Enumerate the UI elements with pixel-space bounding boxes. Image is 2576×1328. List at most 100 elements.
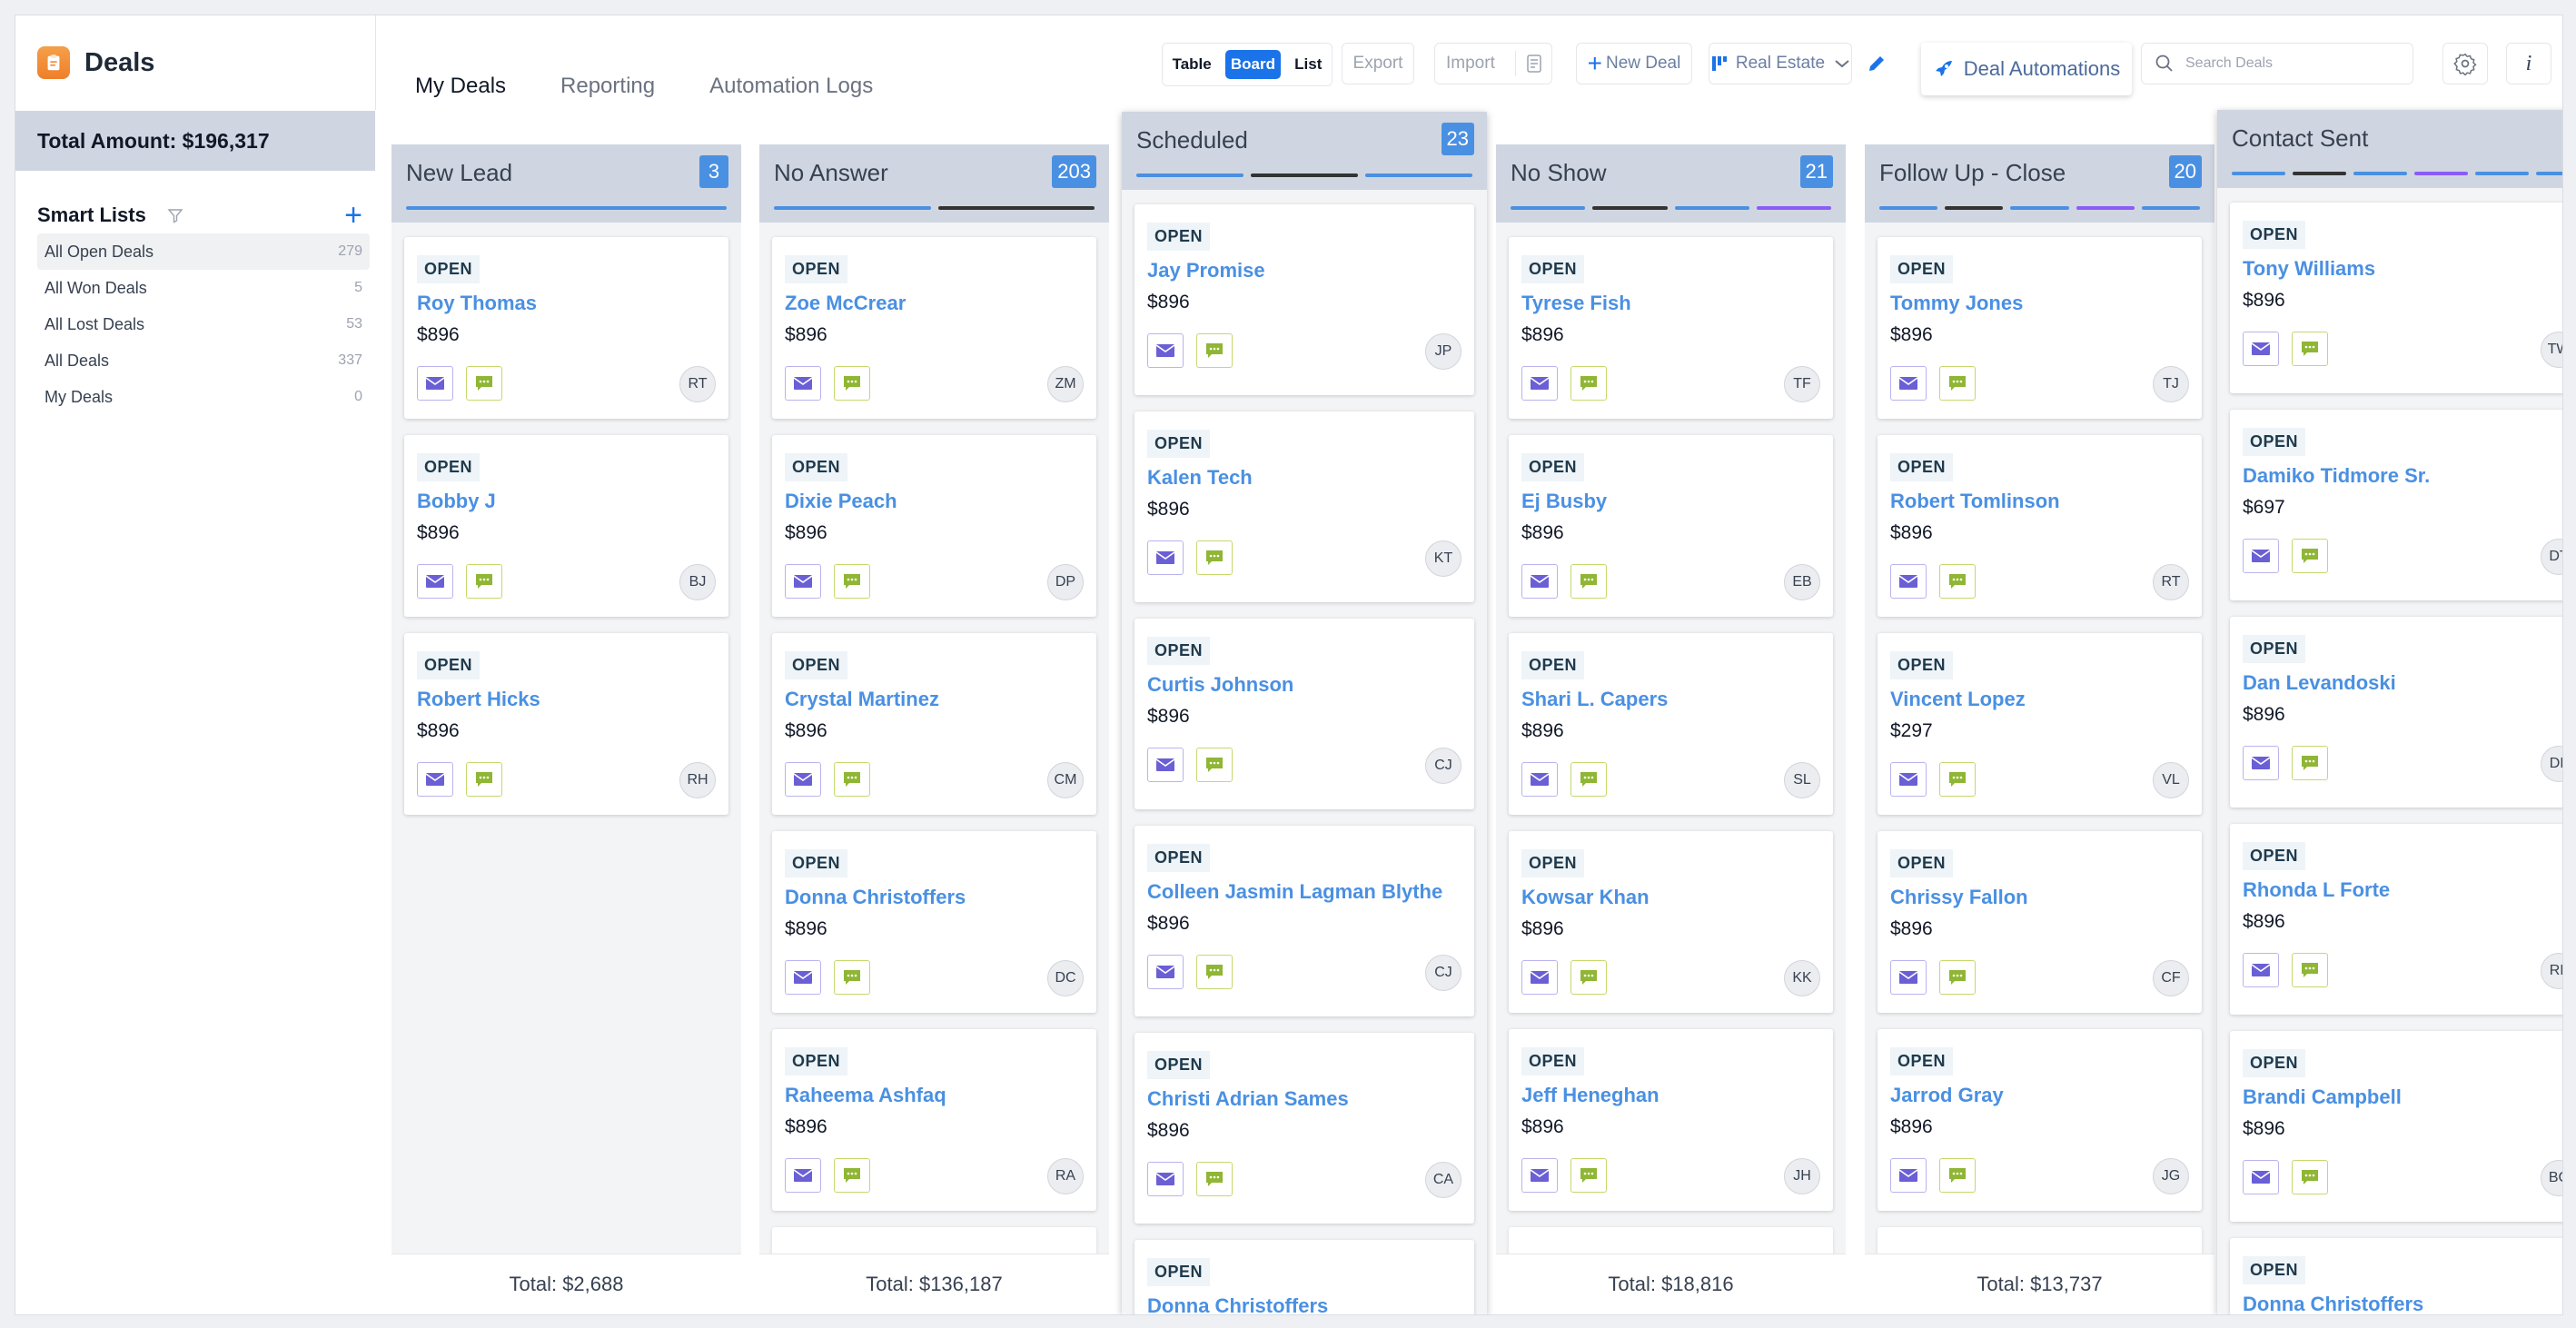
sms-icon[interactable] xyxy=(834,960,870,995)
deal-contact-name[interactable]: Jeff Heneghan xyxy=(1521,1084,1660,1107)
email-icon[interactable] xyxy=(2243,746,2279,780)
deal-card[interactable]: OPEN Dan Levandoski $896 DL xyxy=(2230,617,2562,808)
sms-icon[interactable] xyxy=(1196,748,1233,782)
sms-icon[interactable] xyxy=(2292,1160,2328,1194)
deal-card[interactable]: OPEN Damiko Tidmore Sr. $697 DT xyxy=(2230,410,2562,600)
deal-contact-name[interactable]: Dan Levandoski xyxy=(2243,671,2396,695)
email-icon[interactable] xyxy=(785,366,821,401)
deal-card[interactable]: OPEN Shari L. Capers $896 SL xyxy=(1509,633,1833,815)
deal-contact-name[interactable]: Jay Promise xyxy=(1147,259,1265,282)
email-icon[interactable] xyxy=(1147,540,1184,575)
email-icon[interactable] xyxy=(2243,539,2279,573)
board-view-button[interactable]: Board xyxy=(1224,50,1281,79)
avatar[interactable]: CA xyxy=(1425,1162,1461,1198)
email-icon[interactable] xyxy=(1521,762,1558,797)
deal-contact-name[interactable]: Damiko Tidmore Sr. xyxy=(2243,464,2430,488)
avatar[interactable]: EB xyxy=(1784,564,1820,600)
deal-contact-name[interactable]: Donna Christoffers xyxy=(2243,1293,2423,1314)
sms-icon[interactable] xyxy=(1570,1158,1607,1193)
list-view-button[interactable]: List xyxy=(1289,50,1327,79)
deal-card[interactable]: OPEN Robert Tomlinson $896 RT xyxy=(1878,435,2202,617)
sms-icon[interactable] xyxy=(1570,564,1607,599)
add-smart-list-button[interactable]: + xyxy=(344,200,362,231)
avatar[interactable]: JG xyxy=(2153,1158,2189,1194)
deal-card[interactable]: OPEN Kowsar Khan $896 KK xyxy=(1509,831,1833,1013)
deal-contact-name[interactable]: Bobby J xyxy=(417,490,496,513)
deal-card[interactable]: OPEN Tommy Jones $896 TJ xyxy=(1878,237,2202,419)
avatar[interactable]: DL xyxy=(2541,746,2562,782)
deal-card[interactable]: OPEN Tony Williams $896 TW xyxy=(2230,203,2562,393)
avatar[interactable]: CM xyxy=(1047,762,1084,798)
table-view-button[interactable]: Table xyxy=(1167,50,1217,79)
sms-icon[interactable] xyxy=(1196,1162,1233,1196)
avatar[interactable]: BC xyxy=(2541,1160,2562,1196)
search-input[interactable] xyxy=(2184,55,2387,73)
email-icon[interactable] xyxy=(785,762,821,797)
smart-list-item-all-won-deals[interactable]: All Won Deals 5 xyxy=(37,270,370,306)
sms-icon[interactable] xyxy=(834,1158,870,1193)
edit-pipeline-icon[interactable] xyxy=(1861,48,1892,79)
deal-contact-name[interactable]: Robert Hicks xyxy=(417,688,540,711)
deal-card[interactable]: OPEN Vincent Lopez $297 VL xyxy=(1878,633,2202,815)
deal-contact-name[interactable]: Vincent Lopez xyxy=(1890,688,2026,711)
info-button[interactable]: i xyxy=(2506,43,2551,84)
deal-card[interactable]: OPEN Dixie Peach $896 DP xyxy=(772,435,1096,617)
email-icon[interactable] xyxy=(1147,333,1184,368)
avatar[interactable]: BJ xyxy=(679,564,716,600)
deal-card[interactable]: OPEN Donna Christoffers $896 DC xyxy=(772,831,1096,1013)
deal-contact-name[interactable]: Dixie Peach xyxy=(785,490,897,513)
avatar[interactable]: DC xyxy=(1047,960,1084,996)
pipeline-select[interactable]: Real Estate xyxy=(1709,43,1852,84)
deal-card[interactable]: OPEN Donna Christoffers xyxy=(2230,1238,2562,1314)
deal-card[interactable]: OPEN Roy Thomas $896 RT xyxy=(404,237,728,419)
deal-card[interactable]: OPEN Jay Promise $896 JP xyxy=(1134,204,1474,395)
avatar[interactable]: RT xyxy=(2153,564,2189,600)
sms-icon[interactable] xyxy=(1939,762,1976,797)
sms-icon[interactable] xyxy=(2292,953,2328,987)
sms-icon[interactable] xyxy=(2292,539,2328,573)
deal-contact-name[interactable]: Roy Thomas xyxy=(417,292,537,315)
deal-contact-name[interactable]: Colleen Jasmin Lagman Blythe xyxy=(1147,880,1442,904)
filter-icon[interactable] xyxy=(166,206,184,224)
new-deal-button[interactable]: + New Deal xyxy=(1576,43,1692,84)
email-icon[interactable] xyxy=(1147,748,1184,782)
avatar[interactable]: DT xyxy=(2541,539,2562,575)
sms-icon[interactable] xyxy=(1939,1158,1976,1193)
deal-contact-name[interactable]: Kalen Tech xyxy=(1147,466,1253,490)
deal-contact-name[interactable]: Chrissy Fallon xyxy=(1890,886,2028,909)
deal-contact-name[interactable]: Tommy Jones xyxy=(1890,292,2023,315)
email-icon[interactable] xyxy=(1147,955,1184,989)
email-icon[interactable] xyxy=(1890,366,1927,401)
sms-icon[interactable] xyxy=(834,762,870,797)
smart-list-item-all-deals[interactable]: All Deals 337 xyxy=(37,342,370,379)
sms-icon[interactable] xyxy=(1939,960,1976,995)
sms-icon[interactable] xyxy=(834,564,870,599)
deal-automations-button[interactable]: Deal Automations xyxy=(1921,43,2132,95)
email-icon[interactable] xyxy=(1890,564,1927,599)
deal-contact-name[interactable]: Raheema Ashfaq xyxy=(785,1084,946,1107)
avatar[interactable]: JP xyxy=(1425,333,1461,370)
deal-contact-name[interactable]: Tyrese Fish xyxy=(1521,292,1631,315)
avatar[interactable]: CF xyxy=(2153,960,2189,996)
email-icon[interactable] xyxy=(417,762,453,797)
deal-contact-name[interactable]: Ej Busby xyxy=(1521,490,1607,513)
email-icon[interactable] xyxy=(1521,960,1558,995)
avatar[interactable]: VL xyxy=(2153,762,2189,798)
email-icon[interactable] xyxy=(1890,960,1927,995)
avatar[interactable]: SL xyxy=(1784,762,1820,798)
deal-card[interactable]: OPEN Christi Adrian Sames $896 CA xyxy=(1134,1033,1474,1224)
smart-list-item-all-lost-deals[interactable]: All Lost Deals 53 xyxy=(37,306,370,342)
deal-card[interactable]: OPEN Brandi Campbell $896 BC xyxy=(2230,1031,2562,1222)
board-column-contact-sent[interactable]: Contact Sent OPEN Tony Williams $896 TW … xyxy=(2217,110,2562,1314)
deal-contact-name[interactable]: Curtis Johnson xyxy=(1147,673,1293,697)
deal-card[interactable]: OPEN Kalen Tech $896 KT xyxy=(1134,411,1474,602)
deal-contact-name[interactable]: Tony Williams xyxy=(2243,257,2375,281)
email-icon[interactable] xyxy=(785,1158,821,1193)
sms-icon[interactable] xyxy=(1196,540,1233,575)
deal-contact-name[interactable]: Jarrod Gray xyxy=(1890,1084,2004,1107)
smart-list-item-my-deals[interactable]: My Deals 0 xyxy=(37,379,370,415)
deal-contact-name[interactable]: Zoe McCrear xyxy=(785,292,906,315)
deal-card[interactable]: OPEN Tyrese Fish $896 TF xyxy=(1509,237,1833,419)
avatar[interactable]: JH xyxy=(1784,1158,1820,1194)
avatar[interactable]: RT xyxy=(679,366,716,402)
